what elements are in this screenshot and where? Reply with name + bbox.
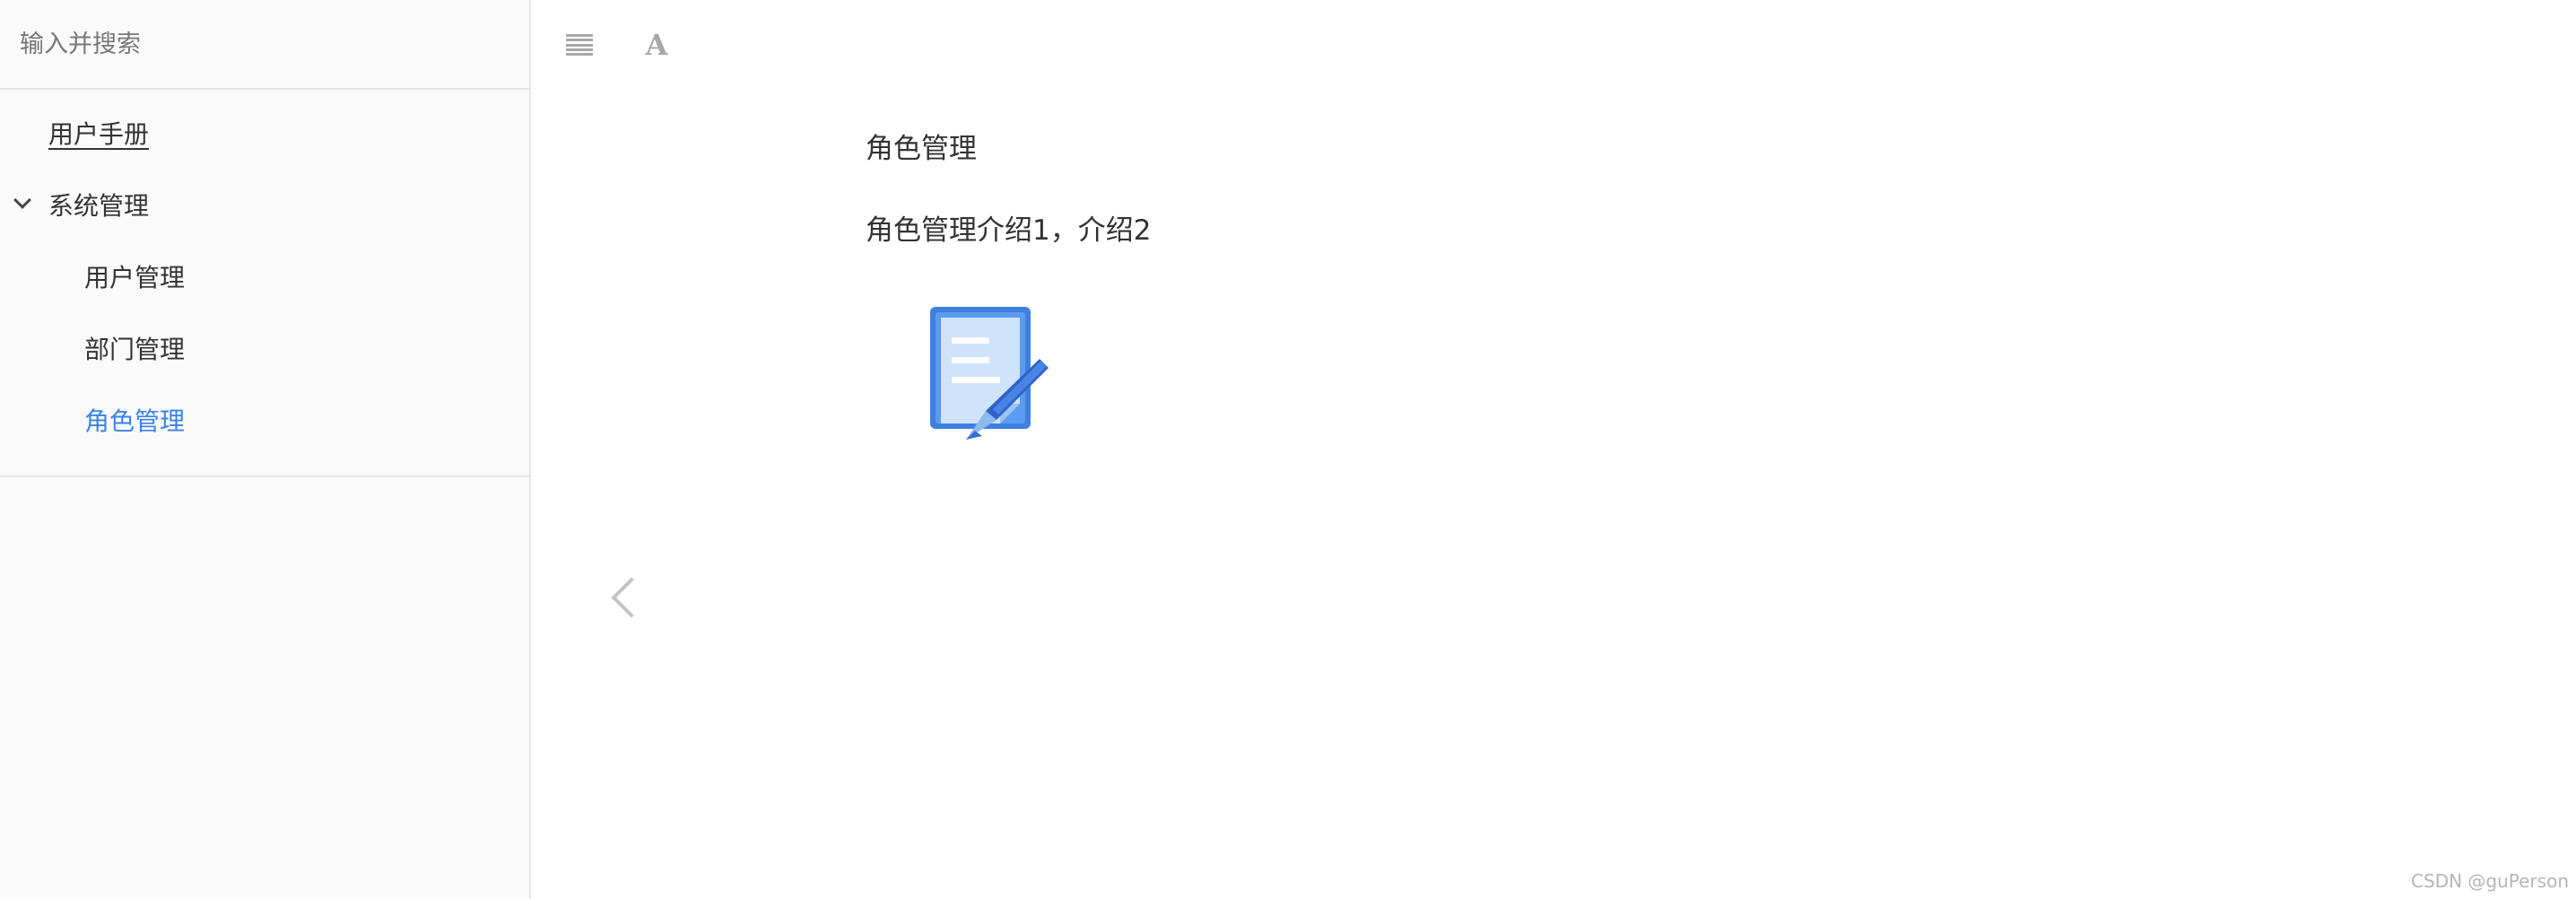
- toc-item-system-management[interactable]: 系统管理: [0, 169, 529, 240]
- toggle-sidebar-button[interactable]: [558, 23, 601, 66]
- search-box: [0, 0, 529, 90]
- toc-item-user-manual[interactable]: 用户手册: [0, 97, 529, 169]
- toc-item-label: 用户管理: [84, 263, 186, 292]
- toc-item-label: 用户手册: [48, 119, 150, 149]
- document-edit-icon: [930, 307, 1049, 440]
- table-of-contents: 用户手册 系统管理 用户管理 部门管理 角色管理: [0, 90, 529, 477]
- toc-item-department-management[interactable]: 部门管理: [0, 312, 529, 384]
- article-paragraph: 角色管理介绍1，介绍2: [866, 214, 1152, 247]
- main-content: A 角色管理 角色管理介绍1，介绍2 CSDN @guPerson: [531, 0, 2576, 899]
- menu-icon: [566, 34, 593, 56]
- toc-item-label: 部门管理: [84, 335, 186, 364]
- font-settings-icon: A: [645, 28, 668, 62]
- sidebar: 用户手册 系统管理 用户管理 部门管理 角色管理: [0, 0, 531, 899]
- page-title: 角色管理: [866, 133, 977, 165]
- watermark: CSDN @guPerson: [2411, 870, 2569, 892]
- toc-item-user-management[interactable]: 用户管理: [0, 240, 529, 312]
- font-settings-button[interactable]: A: [635, 23, 678, 66]
- toc-item-role-management[interactable]: 角色管理: [0, 384, 529, 456]
- toc-item-label: 系统管理: [48, 191, 150, 221]
- toc-item-label: 角色管理: [84, 406, 186, 436]
- page: 用户手册 系统管理 用户管理 部门管理 角色管理 A: [0, 0, 2576, 899]
- chevron-down-icon[interactable]: [13, 191, 31, 209]
- previous-page-button[interactable]: [603, 565, 648, 628]
- article: 角色管理 角色管理介绍1，介绍2: [866, 126, 1152, 440]
- search-input[interactable]: [20, 30, 504, 58]
